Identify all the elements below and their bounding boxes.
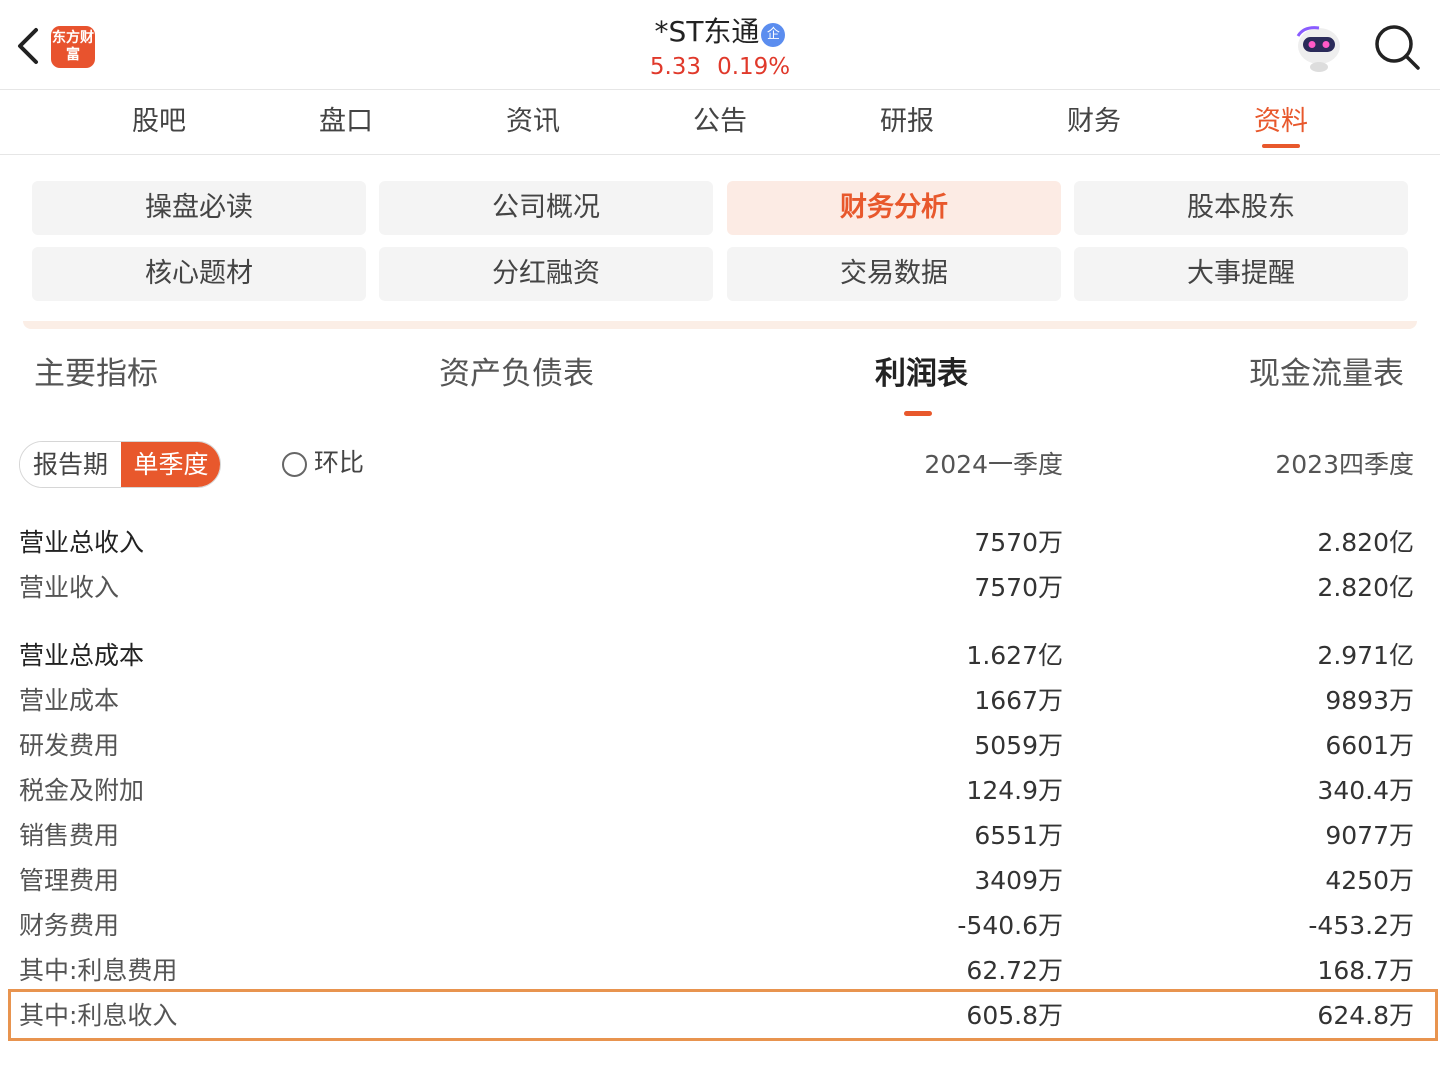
back-arrow-icon[interactable]	[14, 24, 44, 68]
row-label: 营业总成本	[19, 641, 145, 670]
grid-company-overview[interactable]: 公司概况	[379, 181, 713, 235]
grid-financial-analysis[interactable]: 财务分析	[727, 181, 1061, 235]
row-value-q1-2024: 62.72万	[966, 956, 1063, 985]
row-value-q1-2024: -540.6万	[957, 911, 1063, 940]
row-label: 营业总收入	[19, 528, 145, 557]
row-value-q1-2024: 7570万	[974, 573, 1063, 602]
tab-research[interactable]: 研报	[847, 104, 967, 140]
column-header-1: 2024一季度	[924, 450, 1063, 479]
subtab-key-indicators[interactable]: 主要指标	[34, 352, 158, 396]
app-logo-text: 东方财富	[52, 30, 94, 63]
toggle-report-period[interactable]: 报告期	[20, 442, 121, 487]
table-row[interactable]: 销售费用 6551万 9077万	[0, 814, 1440, 859]
row-value-q4-2023: -453.2万	[1308, 911, 1414, 940]
row-value-q1-2024: 3409万	[974, 866, 1063, 895]
tab-announcements[interactable]: 公告	[660, 104, 780, 140]
table-row[interactable]: 营业总收入 7570万 2.820亿	[0, 521, 1440, 566]
row-value-q4-2023: 9893万	[1325, 686, 1414, 715]
grid-shareholders[interactable]: 股本股东	[1074, 181, 1408, 235]
row-label: 税金及附加	[19, 776, 145, 805]
robot-assistant-icon[interactable]	[1292, 22, 1346, 74]
stock-price: 5.33	[649, 54, 702, 80]
grid-core-themes[interactable]: 核心题材	[32, 247, 366, 301]
toggle-single-quarter[interactable]: 单季度	[121, 442, 220, 487]
tab-profile[interactable]: 资料	[1221, 104, 1341, 140]
section-divider	[23, 321, 1417, 329]
row-value-q4-2023: 168.7万	[1317, 956, 1414, 985]
top-bar: 东方财富 *ST东通企 5.33 0.19%	[0, 0, 1440, 90]
subtab-cash-flow[interactable]: 现金流量表	[1249, 352, 1404, 396]
app-logo[interactable]: 东方财富	[51, 26, 95, 68]
table-row[interactable]: 财务费用 -540.6万 -453.2万	[0, 904, 1440, 949]
qoq-radio[interactable]	[282, 452, 307, 477]
main-tabs: 股吧 盘口 资讯 公告 研报 财务 资料	[0, 90, 1440, 155]
row-value-q1-2024: 1.627亿	[966, 641, 1063, 670]
grid-dividends-financing[interactable]: 分红融资	[379, 247, 713, 301]
enterprise-badge: 企	[761, 23, 786, 47]
row-label: 其中:利息费用	[19, 956, 178, 985]
row-value-q4-2023: 9077万	[1325, 821, 1414, 850]
stock-title-block[interactable]: *ST东通企 5.33 0.19%	[520, 14, 920, 84]
row-label: 销售费用	[19, 821, 120, 850]
row-label: 营业成本	[19, 686, 120, 715]
table-row[interactable]: 税金及附加 124.9万 340.4万	[0, 769, 1440, 814]
grid-trading-data[interactable]: 交易数据	[727, 247, 1061, 301]
table-row[interactable]: 其中:利息费用 62.72万 168.7万	[0, 949, 1440, 994]
row-label: 研发费用	[19, 731, 120, 760]
row-label: 管理费用	[19, 866, 120, 895]
tab-pankou[interactable]: 盘口	[286, 104, 406, 140]
table-row[interactable]: 管理费用 3409万 4250万	[0, 859, 1440, 904]
grid-trading-essentials[interactable]: 操盘必读	[32, 181, 366, 235]
column-header-2: 2023四季度	[1275, 450, 1414, 479]
grid-major-events[interactable]: 大事提醒	[1074, 247, 1408, 301]
active-subtab-indicator	[904, 411, 932, 416]
subtab-income-statement[interactable]: 利润表	[875, 352, 968, 396]
tab-finance[interactable]: 财务	[1034, 104, 1154, 140]
row-highlight-box	[8, 989, 1438, 1041]
row-value-q1-2024: 1667万	[974, 686, 1063, 715]
table-row[interactable]: 营业收入 7570万 2.820亿	[0, 566, 1440, 611]
period-toggle: 报告期 单季度	[19, 441, 221, 488]
tab-news[interactable]: 资讯	[473, 104, 593, 140]
row-value-q4-2023: 6601万	[1325, 731, 1414, 760]
row-value-q1-2024: 5059万	[974, 731, 1063, 760]
row-value-q1-2024: 7570万	[974, 528, 1063, 557]
row-value-q1-2024: 6551万	[974, 821, 1063, 850]
row-value-q4-2023: 340.4万	[1317, 776, 1414, 805]
row-value-q4-2023: 2.820亿	[1317, 573, 1414, 602]
stock-name: *ST东通	[654, 15, 760, 48]
row-value-q4-2023: 4250万	[1325, 866, 1414, 895]
qoq-radio-label[interactable]: 环比	[314, 446, 364, 480]
table-row[interactable]: 研发费用 5059万 6601万	[0, 724, 1440, 769]
row-label: 财务费用	[19, 911, 120, 940]
tab-guba[interactable]: 股吧	[99, 104, 219, 140]
row-value-q4-2023: 2.820亿	[1317, 528, 1414, 557]
row-label: 营业收入	[19, 573, 120, 602]
row-value-q1-2024: 124.9万	[966, 776, 1063, 805]
table-row[interactable]: 营业总成本 1.627亿 2.971亿	[0, 634, 1440, 679]
search-icon[interactable]	[1372, 22, 1422, 72]
stock-change: 0.19%	[717, 54, 791, 80]
row-value-q4-2023: 2.971亿	[1317, 641, 1414, 670]
table-row[interactable]: 营业成本 1667万 9893万	[0, 679, 1440, 724]
subtab-balance-sheet[interactable]: 资产负债表	[439, 352, 594, 396]
active-tab-indicator	[1262, 144, 1300, 148]
